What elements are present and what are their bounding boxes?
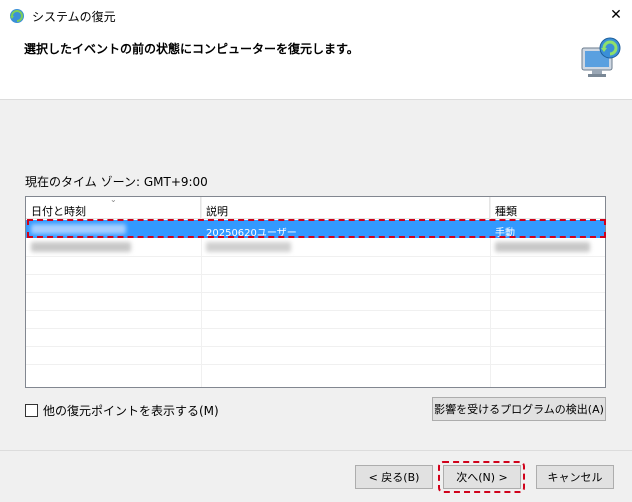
column-header-type[interactable]: 種類 [490,197,607,219]
redacted-text [31,242,131,252]
cell-datetime [26,220,201,238]
table-row[interactable] [26,238,605,256]
column-header-description[interactable]: 説明 [201,197,490,219]
row-divider [26,346,605,347]
row-divider [26,310,605,311]
redacted-text [495,242,590,252]
redacted-text [31,224,126,234]
table-row[interactable]: 20250620ユーザー 手動 [26,220,605,238]
close-button[interactable]: ✕ [600,0,632,30]
window-title: システムの復元 [32,10,116,24]
show-more-restore-points-checkbox[interactable]: 他の復元ポイントを表示する(M) [25,402,219,419]
row-divider [26,256,605,257]
footer-divider [0,450,632,451]
system-restore-icon [10,9,24,23]
row-divider [26,364,605,365]
instruction-text: 選択したイベントの前の状態にコンピューターを復元します。 [24,42,359,56]
cancel-button[interactable]: キャンセル [536,465,614,489]
sort-chevron-icon: ⌄ [110,195,117,204]
checkbox-box[interactable] [25,404,38,417]
table-header: ⌄ 日付と時刻 説明 種類 [26,195,607,219]
close-icon: ✕ [610,7,622,23]
restore-points-table: ⌄ 日付と時刻 説明 種類 20250620ユーザー 手動 [25,195,607,388]
column-header-datetime[interactable]: ⌄ 日付と時刻 [26,195,201,219]
cell-description [201,238,490,256]
cell-description: 20250620ユーザー [206,228,297,238]
checkbox-label: 他の復元ポイントを表示する(M) [43,404,219,418]
scan-affected-programs-button[interactable]: 影響を受けるプログラムの検出(A) [432,397,606,421]
row-divider [26,328,605,329]
computer-restore-icon [581,37,621,77]
cell-type [490,238,607,256]
next-button[interactable]: 次へ(N) > [443,465,521,489]
row-divider [26,274,605,275]
redacted-text [206,242,291,252]
timezone-label: 現在のタイム ゾーン: GMT+9:00 [25,175,208,189]
cell-type: 手動 [495,228,515,238]
row-divider [26,292,605,293]
cell-datetime [26,238,201,256]
header-panel: システムの復元 ✕ 選択したイベントの前の状態にコンピューターを復元します。 [0,0,632,100]
back-button[interactable]: < 戻る(B) [355,465,433,489]
